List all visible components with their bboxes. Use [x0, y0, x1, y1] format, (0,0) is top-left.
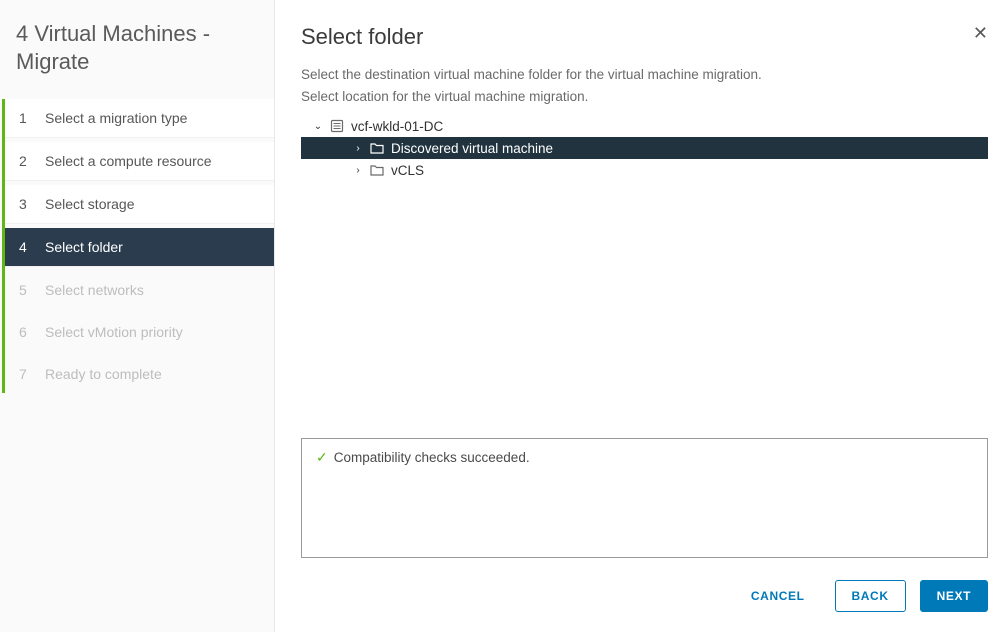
compatibility-message: Compatibility checks succeeded. — [334, 450, 530, 465]
migrate-dialog: 4 Virtual Machines - Migrate 1 Select a … — [0, 0, 1008, 632]
chevron-right-icon[interactable]: › — [351, 165, 365, 176]
step-label: Select storage — [45, 196, 135, 212]
tree-node-label: vCLS — [389, 163, 424, 178]
step-number: 3 — [19, 196, 31, 212]
tree-node-discovered-vm[interactable]: › Discovered virtual machine — [301, 137, 988, 159]
check-icon: ✓ — [316, 449, 328, 465]
close-icon[interactable]: ✕ — [973, 24, 988, 42]
page-description-1: Select the destination virtual machine f… — [301, 64, 988, 86]
step-number: 2 — [19, 153, 31, 169]
step-number: 5 — [19, 282, 31, 298]
next-button[interactable]: NEXT — [920, 580, 988, 612]
step-label: Select networks — [45, 282, 144, 298]
step-number: 4 — [19, 239, 31, 255]
step-label: Ready to complete — [45, 366, 162, 382]
step-select-folder[interactable]: 4 Select folder — [5, 228, 274, 267]
wizard-sidebar: 4 Virtual Machines - Migrate 1 Select a … — [0, 0, 275, 632]
dialog-title: 4 Virtual Machines - Migrate — [0, 0, 274, 99]
wizard-footer: CANCEL BACK NEXT — [301, 576, 988, 612]
compatibility-panel: ✓ Compatibility checks succeeded. — [301, 438, 988, 558]
chevron-right-icon[interactable]: › — [351, 143, 365, 154]
page-title: Select folder — [301, 24, 988, 50]
back-button[interactable]: BACK — [835, 580, 906, 612]
folder-icon — [369, 142, 385, 154]
step-select-networks: 5 Select networks — [5, 271, 274, 309]
tree-node-label: vcf-wkld-01-DC — [349, 119, 443, 134]
page-description-2: Select location for the virtual machine … — [301, 86, 988, 108]
step-select-compute-resource[interactable]: 2 Select a compute resource — [5, 142, 274, 181]
tree-node-vcls[interactable]: › vCLS — [301, 159, 988, 181]
step-number: 7 — [19, 366, 31, 382]
step-label: Select vMotion priority — [45, 324, 183, 340]
step-number: 6 — [19, 324, 31, 340]
step-label: Select a migration type — [45, 110, 187, 126]
tree-node-label: Discovered virtual machine — [389, 141, 553, 156]
tree-node-datacenter[interactable]: ⌄ vcf-wkld-01-DC — [301, 115, 988, 137]
wizard-main: ✕ Select folder Select the destination v… — [275, 0, 1008, 632]
chevron-down-icon[interactable]: ⌄ — [311, 121, 325, 132]
step-number: 1 — [19, 110, 31, 126]
wizard-steps: 1 Select a migration type 2 Select a com… — [2, 99, 274, 393]
step-label: Select folder — [45, 239, 123, 255]
folder-icon — [369, 164, 385, 176]
step-label: Select a compute resource — [45, 153, 212, 169]
datacenter-icon — [329, 119, 345, 133]
folder-tree: ⌄ vcf-wkld-01-DC › Discovered virtual ma… — [301, 115, 988, 181]
step-select-migration-type[interactable]: 1 Select a migration type — [5, 99, 274, 138]
cancel-button[interactable]: CANCEL — [735, 581, 821, 611]
step-select-vmotion-priority: 6 Select vMotion priority — [5, 313, 274, 351]
step-ready-to-complete: 7 Ready to complete — [5, 355, 274, 393]
step-select-storage[interactable]: 3 Select storage — [5, 185, 274, 224]
